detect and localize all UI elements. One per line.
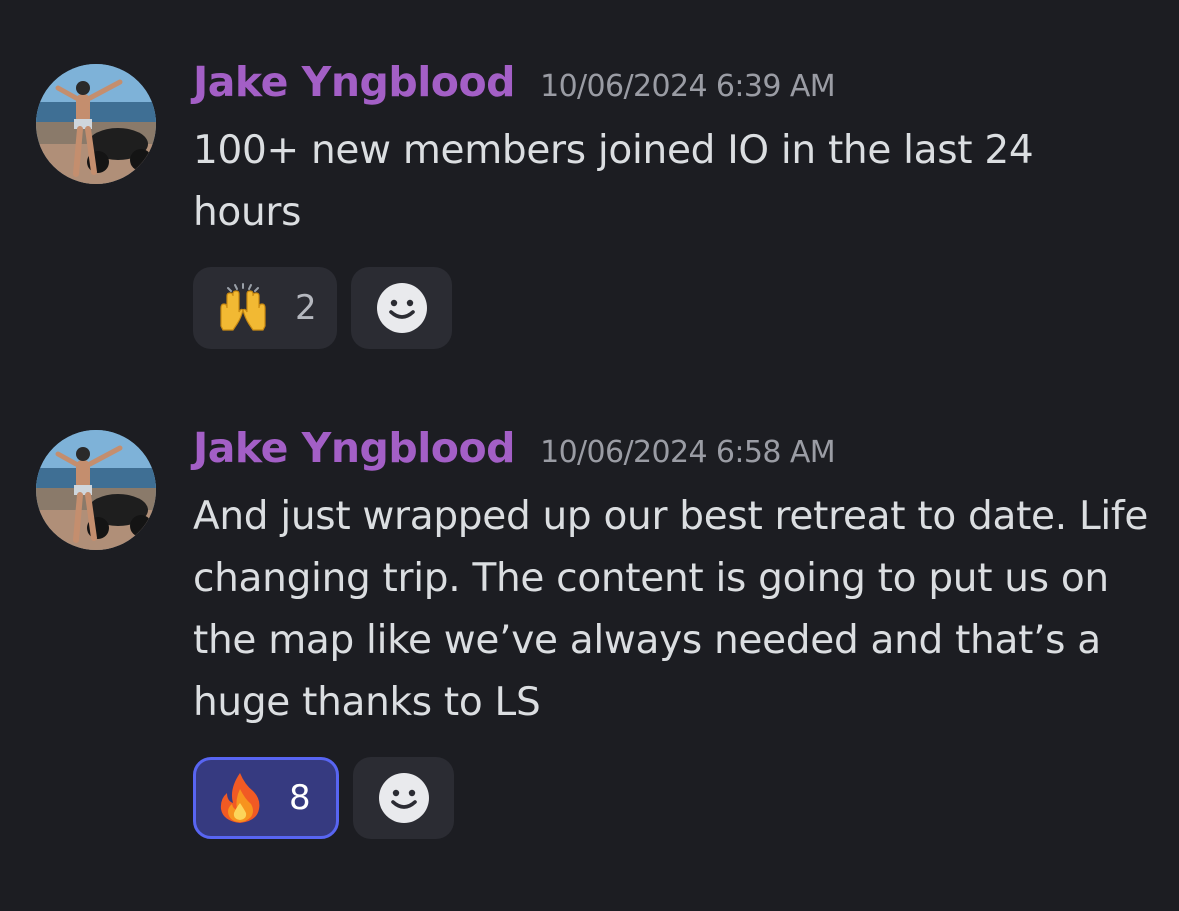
timestamp: 10/06/2024 6:58 AM (540, 435, 836, 470)
author-name[interactable]: Jake Yngblood (193, 424, 515, 472)
message-header: Jake Yngblood 10/06/2024 6:39 AM (193, 58, 836, 114)
reaction-count: 2 (295, 288, 317, 328)
message-header: Jake Yngblood 10/06/2024 6:58 AM (193, 424, 836, 480)
author-name[interactable]: Jake Yngblood (193, 58, 515, 106)
reaction-count: 8 (289, 778, 311, 818)
timestamp: 10/06/2024 6:39 AM (540, 69, 836, 104)
raising-hands-icon (215, 282, 271, 334)
fire-icon (215, 771, 265, 825)
add-reaction-button[interactable] (351, 267, 452, 349)
message-content: 100+ new members joined IO in the last 2… (193, 128, 1034, 235)
smile-icon (376, 282, 428, 334)
avatar[interactable] (36, 430, 156, 550)
reaction-fire[interactable]: 8 (193, 757, 339, 839)
avatar-photo (36, 430, 156, 550)
reactions-bar: 2 (193, 267, 452, 349)
avatar-photo (36, 64, 156, 184)
add-reaction-button[interactable] (353, 757, 454, 839)
reactions-bar: 8 (193, 757, 454, 839)
smile-icon (378, 772, 430, 824)
message-content: And just wrapped up our best retreat to … (193, 494, 1149, 725)
reaction-raising-hands[interactable]: 2 (193, 267, 337, 349)
avatar[interactable] (36, 64, 156, 184)
